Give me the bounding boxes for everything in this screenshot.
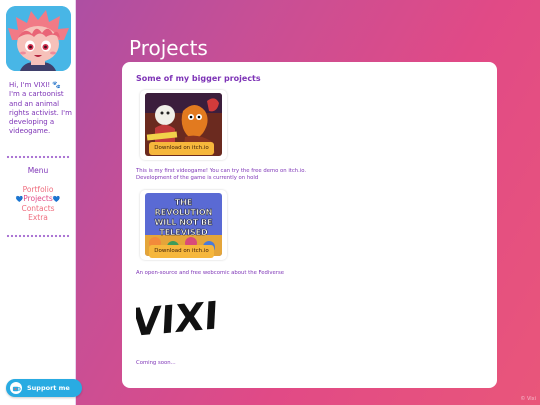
sidebar-nav: Portfolio 💙Projects💙 Contacts Extra <box>0 185 76 222</box>
nav-portfolio[interactable]: Portfolio <box>0 185 76 194</box>
project-description: Coming soon... <box>136 360 176 366</box>
download-itchio-button[interactable]: Download on itch.io <box>149 245 214 258</box>
download-itchio-button[interactable]: Download on itch.io <box>149 142 214 155</box>
support-me-label: Support me <box>27 384 70 392</box>
nav-projects[interactable]: 💙Projects💙 <box>0 194 76 204</box>
avatar-illustration <box>6 6 71 71</box>
projects-panel: Some of my bigger projects Download on i… <box>122 62 497 388</box>
page-title: Projects <box>129 36 208 60</box>
vixi-logo: VIXI <box>130 284 219 346</box>
cover-line-3: WILL NOT BE <box>154 218 212 227</box>
sidebar-divider <box>6 234 70 238</box>
kofi-cup-icon <box>10 382 22 394</box>
project-description: This is my first videogame! You can try … <box>136 168 307 181</box>
support-me-button[interactable]: Support me <box>6 379 82 397</box>
nav-contacts[interactable]: Contacts <box>0 204 76 213</box>
cover-line-1: THE <box>175 198 193 207</box>
sidebar-divider <box>6 155 70 159</box>
cover-line-2: REVOLUTION <box>155 208 213 217</box>
sidebar: Hi, I'm VIXI! 🐾 I'm a cartoonist and an … <box>0 0 76 405</box>
menu-title: Menu <box>27 166 49 175</box>
nav-projects-label: Projects <box>23 194 53 203</box>
avatar <box>6 6 71 71</box>
section-heading: Some of my bigger projects <box>136 74 261 83</box>
vixi-logo-text: VIXI <box>136 294 216 342</box>
heart-icon: 💙 <box>52 196 61 203</box>
corner-watermark: © Vixi <box>520 396 536 402</box>
intro-text: Hi, I'm VIXI! 🐾 I'm a cartoonist and an … <box>9 81 72 136</box>
project-description: An open-source and free webcomic about t… <box>136 270 284 276</box>
cover-line-4: TELEVISED <box>159 228 208 237</box>
nav-extra[interactable]: Extra <box>0 213 76 222</box>
